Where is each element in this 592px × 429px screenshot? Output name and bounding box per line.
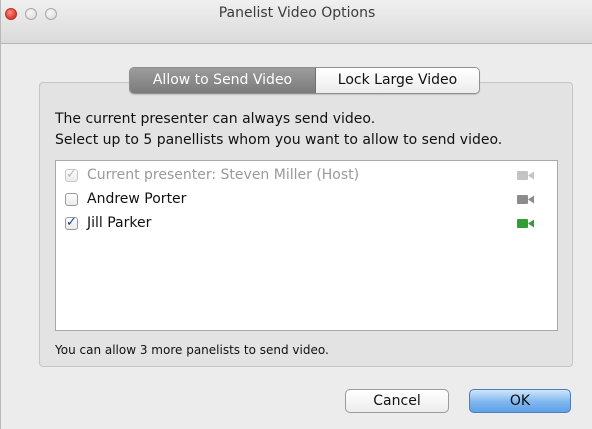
video-camera-icon — [517, 195, 534, 204]
panelist-list[interactable]: ✓ Current presenter: Steven Miller (Host… — [55, 160, 558, 331]
video-camera-icon — [517, 219, 534, 228]
panelist-label: Jill Parker — [87, 215, 152, 231]
cancel-button[interactable]: Cancel — [345, 389, 449, 413]
presenter-checkbox: ✓ — [65, 167, 78, 182]
window-title: Panelist Video Options — [218, 5, 376, 21]
panelist-row-jill-parker: ✓ Jill Parker — [65, 214, 550, 235]
dialog-window: Panelist Video Options Allow to Send Vid… — [0, 0, 592, 429]
andrew-porter-checkbox[interactable] — [65, 193, 78, 206]
video-camera-icon — [517, 171, 534, 180]
panelist-label: Current presenter: Steven Miller (Host) — [87, 167, 360, 183]
description-line-2: Select up to 5 panellists whom you want … — [55, 132, 503, 148]
tab-lock-large-video[interactable]: Lock Large Video — [316, 68, 479, 93]
panelist-label: Andrew Porter — [87, 191, 187, 207]
panelist-row-andrew-porter: Andrew Porter — [65, 190, 550, 211]
remaining-panelists-note: You can allow 3 more panelists to send v… — [55, 343, 329, 357]
jill-parker-checkbox[interactable]: ✓ — [65, 216, 78, 230]
panelist-row-presenter: ✓ Current presenter: Steven Miller (Host… — [65, 166, 550, 187]
description-line-1: The current presenter can always send vi… — [55, 111, 376, 127]
tab-bar: Allow to Send Video Lock Large Video — [129, 67, 480, 94]
title-bar[interactable]: Panelist Video Options — [1, 0, 592, 44]
tab-allow-to-send-video[interactable]: Allow to Send Video — [130, 68, 316, 93]
ok-button[interactable]: OK — [469, 389, 571, 413]
